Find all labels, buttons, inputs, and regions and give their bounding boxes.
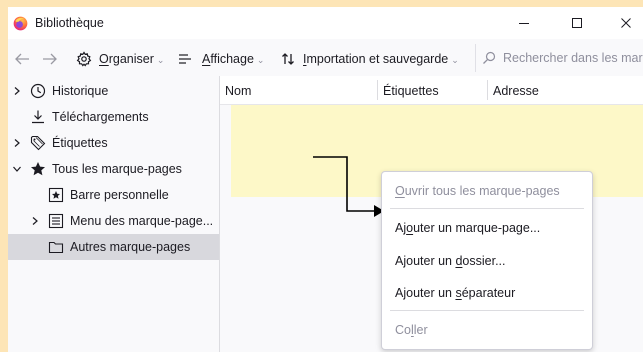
chevron-down-icon[interactable] <box>12 164 22 174</box>
maximize-button[interactable] <box>555 7 601 39</box>
firefox-icon <box>13 16 28 31</box>
chevron-right-icon[interactable] <box>12 86 22 96</box>
chevron-down-icon: ⌄ <box>451 54 459 65</box>
organize-label: Organiser <box>99 52 154 66</box>
close-button[interactable] <box>604 7 643 39</box>
clock-icon <box>30 83 46 99</box>
sidebar-item-all-bookmarks[interactable]: Tous les marque-pages <box>8 156 219 182</box>
title-bar[interactable]: Bibliothèque <box>8 7 643 39</box>
sidebar-item-label: Étiquettes <box>52 136 108 150</box>
sidebar-item-label: Menu des marque-page... <box>70 214 214 228</box>
column-header-tags[interactable]: Étiquettes <box>383 84 439 98</box>
download-icon <box>32 110 44 124</box>
column-header-row: Nom Étiquettes Adresse <box>220 76 643 105</box>
back-arrow-icon[interactable] <box>13 51 31 67</box>
sidebar-item-label: Tous les marque-pages <box>52 162 182 176</box>
minimize-icon <box>519 23 529 24</box>
search-field[interactable]: Rechercher dans les marque-pages <box>475 44 643 72</box>
sidebar-item-bookmarks-menu[interactable]: Menu des marque-page... <box>8 208 219 234</box>
search-icon <box>483 51 496 64</box>
window-title: Bibliothèque <box>35 16 104 30</box>
menu-item-add-separator[interactable]: Ajouter un séparateur <box>395 286 515 300</box>
sidebar-item-tags[interactable]: Étiquettes <box>8 130 219 156</box>
column-divider[interactable] <box>377 80 378 100</box>
sidebar-item-bookmarks-toolbar[interactable]: Barre personnelle <box>8 182 219 208</box>
list-icon <box>179 54 191 64</box>
context-menu: Ouvrir tous les marque-pages Ajouter un … <box>381 171 593 350</box>
sidebar-item-downloads[interactable]: Téléchargements <box>8 104 219 130</box>
chevron-down-icon: ⌄ <box>256 54 265 65</box>
import-export-icon <box>282 53 294 65</box>
search-placeholder: Rechercher dans les marque-pages <box>503 51 643 65</box>
import-label: Importation et sauvegarde <box>303 52 449 66</box>
chevron-right-icon[interactable] <box>30 216 40 226</box>
maximize-icon <box>572 18 582 28</box>
import-backup-menu-button[interactable]: Importation et sauvegarde ⌄ <box>281 50 459 68</box>
menu-separator <box>390 310 584 311</box>
sidebar-item-label: Téléchargements <box>52 110 149 124</box>
toolbar: Organiser ⌄ Affichage ⌄ Importation et s… <box>8 40 643 76</box>
forward-arrow-icon[interactable] <box>41 51 59 67</box>
gear-icon <box>76 51 92 67</box>
organize-menu-button[interactable]: Organiser ⌄ <box>76 50 164 68</box>
chevron-down-icon: ⌄ <box>156 54 165 65</box>
view-menu-button[interactable]: Affichage ⌄ <box>178 50 264 68</box>
menu-item-add-bookmark[interactable]: Ajouter un marque-page... <box>395 221 540 235</box>
sidebar-item-history[interactable]: Historique <box>8 78 219 104</box>
menu-item-open-all-bookmarks[interactable]: Ouvrir tous les marque-pages <box>395 184 560 198</box>
bookmarks-menu-icon <box>48 213 64 229</box>
menu-item-add-folder[interactable]: Ajouter un dossier... <box>395 254 506 268</box>
menu-separator <box>390 208 584 209</box>
sidebar-item-other-bookmarks[interactable]: Autres marque-pages <box>8 234 219 260</box>
column-header-name[interactable]: Nom <box>225 84 251 98</box>
chevron-right-icon[interactable] <box>12 138 22 148</box>
folder-icon <box>48 241 64 254</box>
library-sidebar: Historique Téléchargements Étiquettes To… <box>8 76 220 352</box>
minimize-button[interactable] <box>502 7 548 39</box>
view-label: Affichage <box>202 52 254 66</box>
column-divider[interactable] <box>487 80 488 100</box>
tag-icon <box>30 135 46 151</box>
sidebar-item-label: Barre personnelle <box>70 188 169 202</box>
star-icon <box>31 162 45 176</box>
close-icon <box>621 18 631 28</box>
sidebar-item-label: Historique <box>52 84 109 98</box>
bookmarks-toolbar-icon <box>48 187 64 203</box>
sidebar-item-label: Autres marque-pages <box>70 240 191 254</box>
menu-item-paste[interactable]: Coller <box>395 323 428 337</box>
column-header-address[interactable]: Adresse <box>493 84 539 98</box>
